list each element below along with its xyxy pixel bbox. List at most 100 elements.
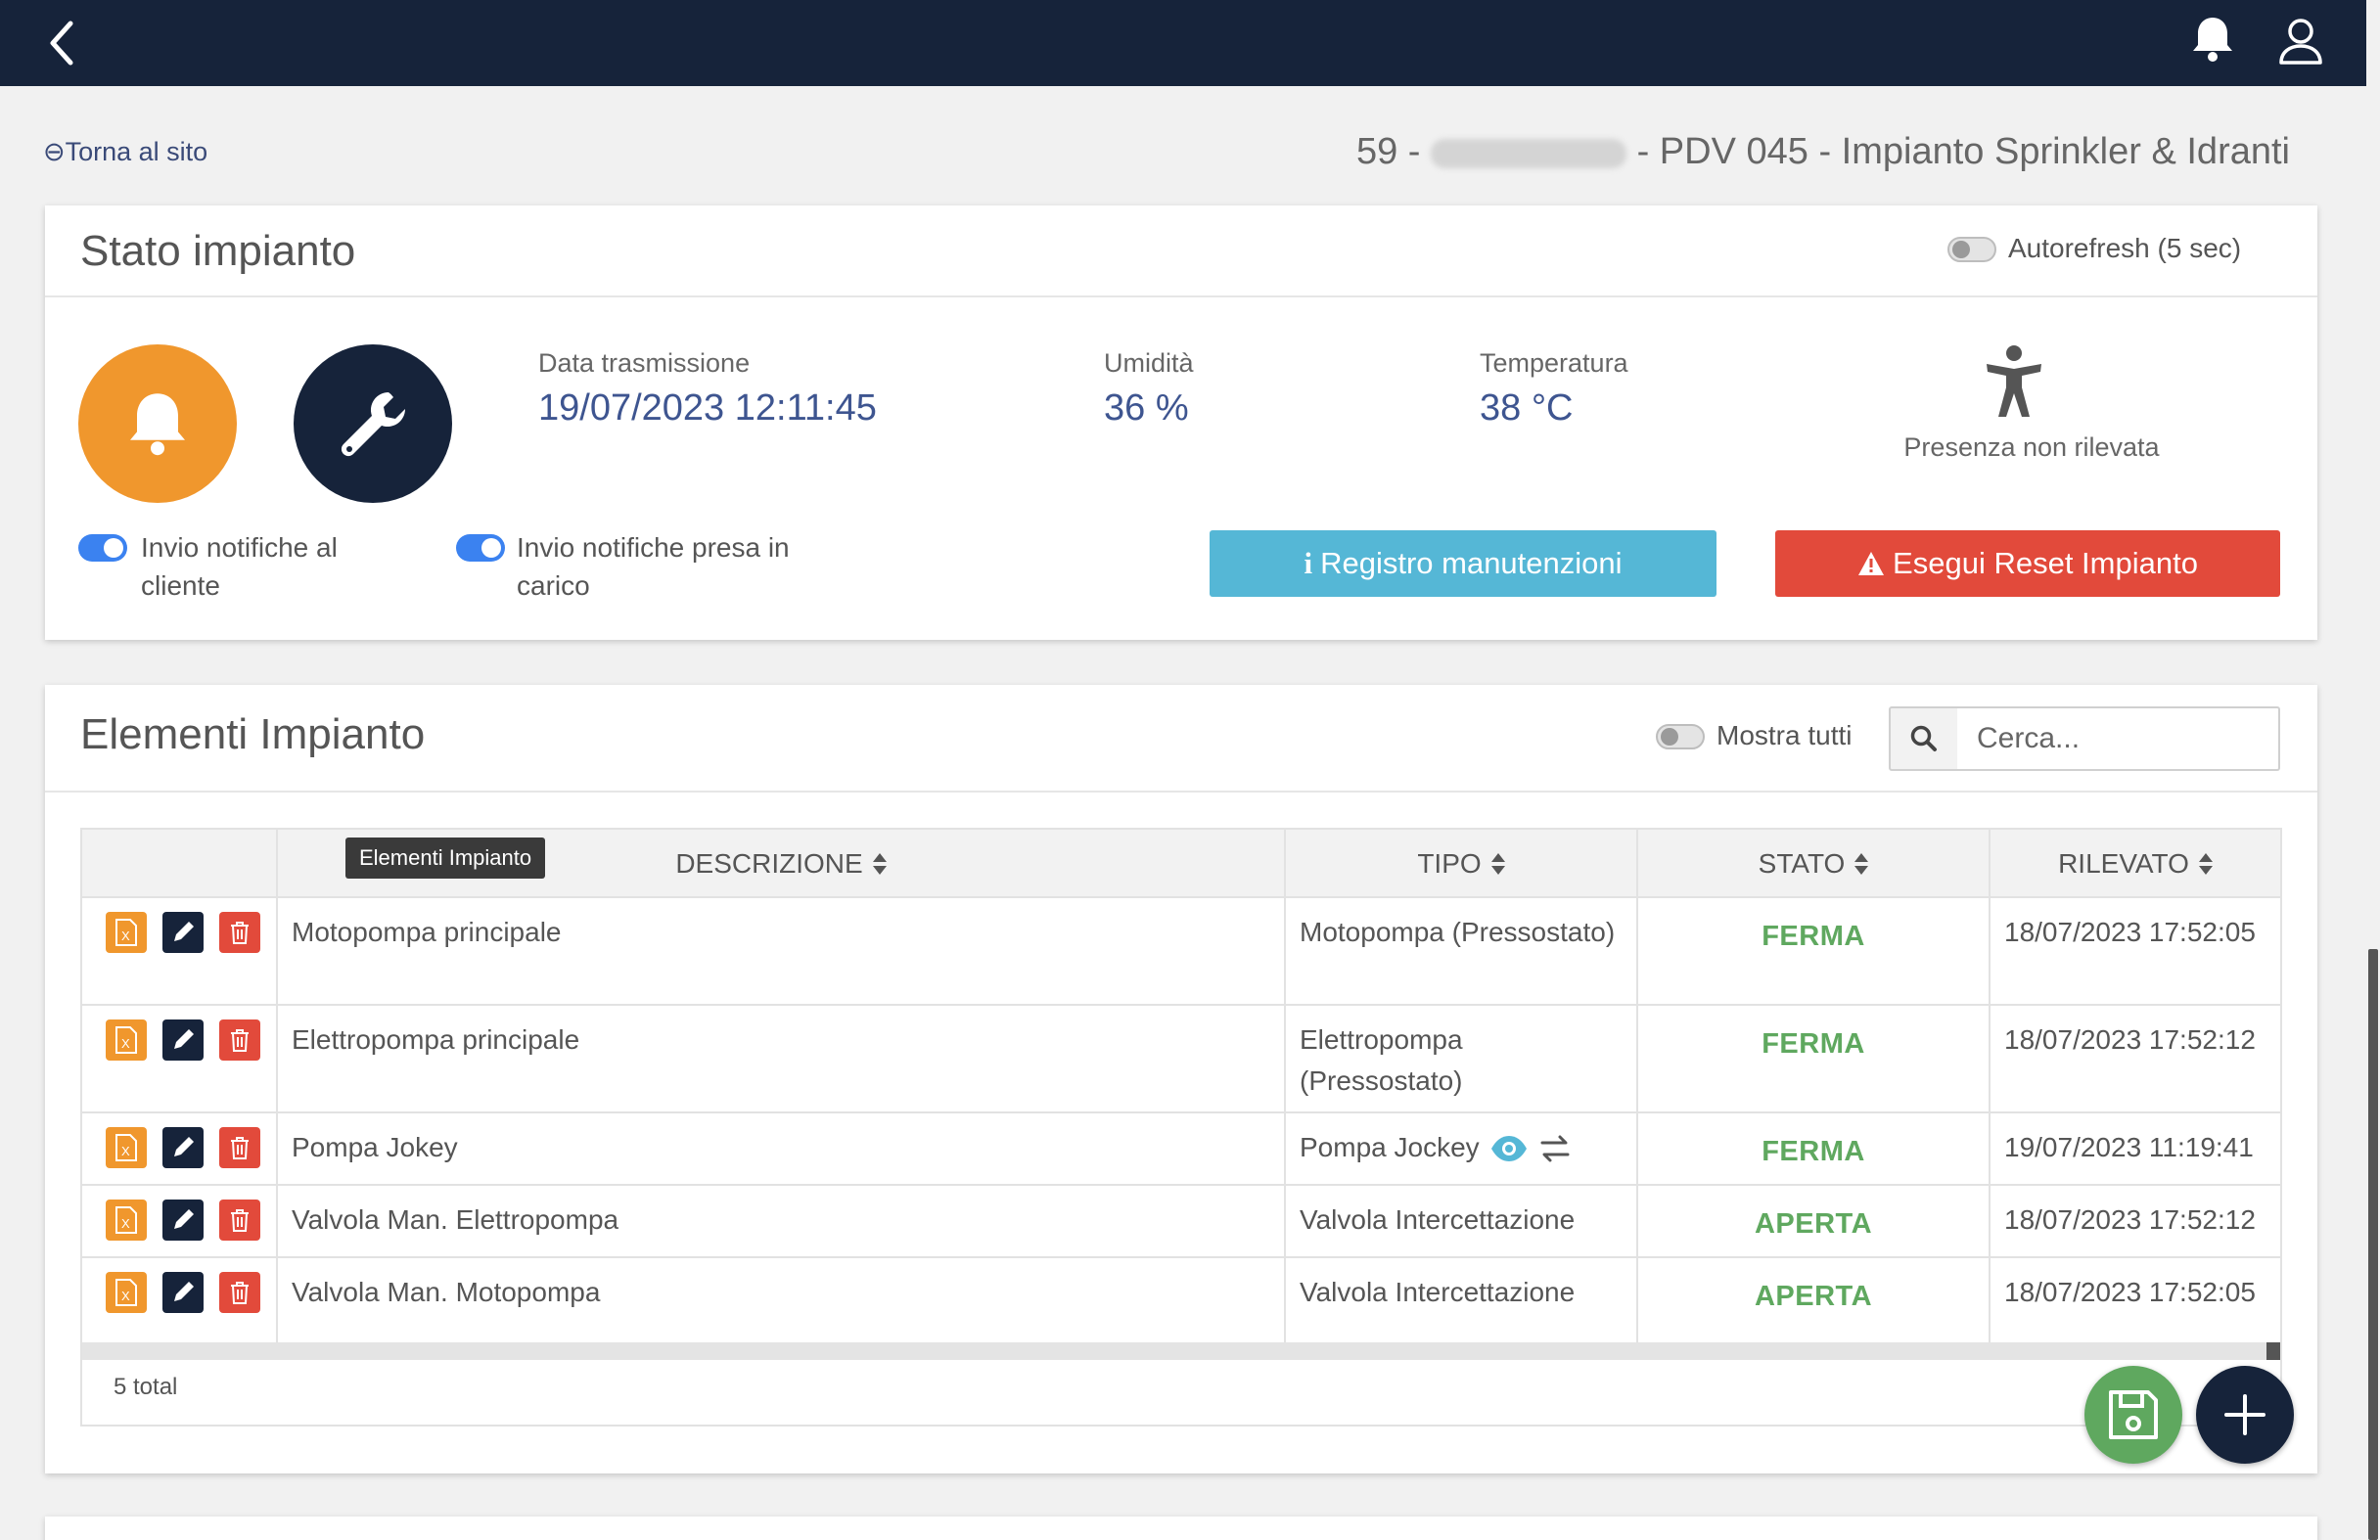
table-row: X Elettropompa principale Elettropompa (…: [82, 1004, 2280, 1111]
page-title-suffix: - PDV 045 - Impianto Sprinkler & Idranti: [1636, 131, 2290, 172]
sort-icon: [872, 853, 887, 875]
card-divider: [45, 791, 2317, 793]
cell-tipo: Valvola Intercettazione: [1286, 1186, 1638, 1256]
add-fab-button[interactable]: [2196, 1366, 2294, 1464]
excel-file-icon: X: [115, 1206, 137, 1234]
client-notifications-toggle[interactable]: [78, 534, 127, 562]
scrollbar-thumb[interactable]: [2266, 1342, 2280, 1360]
cell-stato: APERTA: [1638, 1186, 1991, 1256]
umidita-label: Umidità: [1104, 348, 1194, 378]
page-scrollbar-thumb[interactable]: [2368, 949, 2378, 1540]
data-trasmissione-value: 19/07/2023 12:11:45: [538, 387, 877, 429]
excel-file-icon: X: [115, 1134, 137, 1161]
export-excel-button[interactable]: X: [106, 1127, 147, 1168]
cell-rilevato: 18/07/2023 17:52:12: [2004, 1024, 2256, 1055]
sort-icon: [1490, 853, 1505, 875]
back-arrow-icon[interactable]: [43, 14, 82, 72]
row-actions: X: [82, 1113, 278, 1184]
row-actions: X: [82, 898, 278, 1004]
excel-file-icon: X: [115, 1279, 137, 1306]
page-title: 59 - - PDV 045 - Impianto Sprinkler & Id…: [1356, 131, 2290, 173]
total-count: 5 total: [114, 1374, 178, 1400]
cell-descrizione: Valvola Man. Motopompa: [278, 1258, 1286, 1342]
data-trasmissione-label: Data trasmissione: [538, 348, 751, 378]
export-excel-button[interactable]: X: [106, 1019, 147, 1061]
edit-button[interactable]: [162, 1272, 204, 1313]
back-to-site-link[interactable]: ⊖Torna al sito: [43, 137, 207, 167]
pencil-icon: [174, 922, 194, 941]
swap-arrows-icon[interactable]: [1538, 1129, 1572, 1168]
info-icon: i: [1304, 546, 1313, 580]
card-divider: [45, 295, 2317, 297]
warning-icon: [1858, 552, 1885, 575]
edit-button[interactable]: [162, 1200, 204, 1241]
column-header-stato[interactable]: STATO: [1638, 830, 1991, 898]
notifications-bell-icon[interactable]: [2188, 14, 2237, 65]
excel-file-icon: X: [115, 1026, 137, 1054]
column-header-tipo[interactable]: TIPO: [1286, 830, 1638, 898]
excel-file-icon: X: [115, 919, 137, 946]
actions-column-header: [82, 830, 278, 898]
table-horizontal-scrollbar[interactable]: [82, 1342, 2280, 1360]
registro-manutenzioni-label: Registro manutenzioni: [1320, 546, 1623, 580]
trash-icon: [231, 922, 249, 944]
cell-tipo: Motopompa (Pressostato): [1286, 898, 1638, 1004]
cell-descrizione: Pompa Jokey: [278, 1113, 1286, 1184]
export-excel-button[interactable]: X: [106, 912, 147, 953]
search-icon: [1910, 725, 1937, 751]
maintenance-status-circle: [294, 344, 452, 503]
edit-button[interactable]: [162, 1019, 204, 1061]
delete-button[interactable]: [219, 912, 260, 953]
search-input[interactable]: [1957, 706, 2280, 771]
pencil-icon: [174, 1209, 194, 1229]
delete-button[interactable]: [219, 1127, 260, 1168]
sort-icon: [2198, 853, 2213, 875]
plus-icon: [2224, 1394, 2266, 1435]
svg-text:X: X: [121, 1036, 130, 1051]
export-excel-button[interactable]: X: [106, 1272, 147, 1313]
mostra-tutti-toggle[interactable]: [1656, 724, 1705, 749]
eye-icon[interactable]: [1489, 1129, 1529, 1168]
autorefresh-toggle[interactable]: [1947, 237, 1996, 262]
reset-impianto-label: Esegui Reset Impianto: [1893, 546, 2198, 580]
bell-icon: [130, 393, 185, 456]
umidita-value: 36 %: [1104, 387, 1189, 429]
cell-rilevato: 18/07/2023 17:52:05: [2004, 917, 2256, 947]
edit-button[interactable]: [162, 912, 204, 953]
table-row: X Valvola Man. Elettropompa Valvola Inte…: [82, 1184, 2280, 1256]
cell-descrizione: Elettropompa principale: [278, 1006, 1286, 1111]
cell-tipo-label: Pompa Jockey: [1300, 1132, 1480, 1162]
save-fab-button[interactable]: [2084, 1366, 2182, 1464]
stato-impianto-card: Stato impianto Autorefresh (5 sec) Invio…: [45, 205, 2317, 640]
registro-manutenzioni-button[interactable]: i Registro manutenzioni: [1210, 530, 1716, 597]
next-card: [45, 1517, 2317, 1540]
column-header-rilevato[interactable]: RILEVATO: [1991, 830, 2280, 898]
table-row: X Motopompa principale Motopompa (Presso…: [82, 896, 2280, 1004]
svg-text:X: X: [121, 929, 130, 943]
cell-rilevato: 19/07/2023 11:19:41: [2004, 1132, 2254, 1162]
elementi-impianto-title: Elementi Impianto: [80, 710, 426, 758]
user-profile-icon[interactable]: [2276, 16, 2325, 67]
cell-rilevato: 18/07/2023 17:52:05: [2004, 1277, 2256, 1307]
reset-impianto-button[interactable]: Esegui Reset Impianto: [1775, 530, 2280, 597]
cell-stato: APERTA: [1638, 1258, 1991, 1342]
cell-tipo: Elettropompa (Pressostato): [1286, 1006, 1638, 1111]
top-navbar: [0, 0, 2366, 86]
cell-rilevato: 18/07/2023 17:52:12: [2004, 1204, 2256, 1235]
cell-stato: FERMA: [1638, 898, 1991, 1004]
edit-button[interactable]: [162, 1127, 204, 1168]
redacted-site-name: [1431, 138, 1627, 168]
export-excel-button[interactable]: X: [106, 1200, 147, 1241]
temperatura-label: Temperatura: [1480, 348, 1628, 378]
delete-button[interactable]: [219, 1272, 260, 1313]
temperatura-value: 38 °C: [1480, 387, 1574, 429]
presa-in-carico-toggle[interactable]: [456, 534, 505, 562]
svg-text:X: X: [121, 1289, 130, 1303]
cell-descrizione: Valvola Man. Elettropompa: [278, 1186, 1286, 1256]
alarm-status-circle: [78, 344, 237, 503]
delete-button[interactable]: [219, 1019, 260, 1061]
delete-button[interactable]: [219, 1200, 260, 1241]
cell-descrizione: Motopompa principale: [278, 898, 1286, 1004]
presence-figure-icon: [1983, 344, 2045, 424]
search-button[interactable]: [1889, 706, 1959, 771]
